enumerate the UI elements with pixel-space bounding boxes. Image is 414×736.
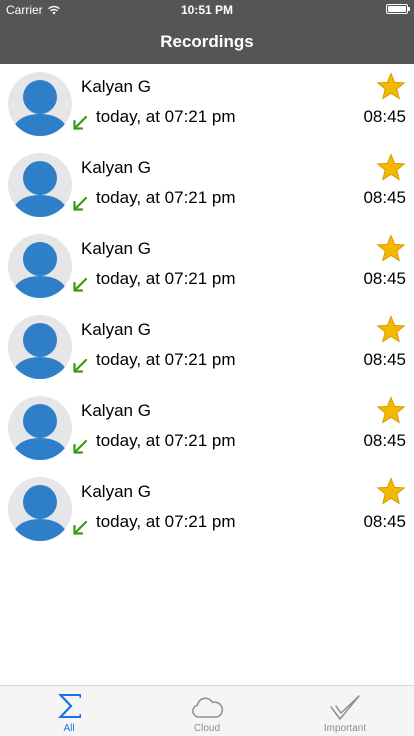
recording-duration: 08:45 — [363, 188, 406, 207]
avatar — [8, 477, 72, 541]
avatar — [8, 72, 72, 136]
recording-duration: 08:45 — [363, 107, 406, 126]
incoming-call-arrow-icon — [73, 358, 88, 373]
avatar — [8, 234, 72, 298]
star-icon[interactable] — [376, 396, 406, 426]
recording-row[interactable]: Kalyan G today, at 07:21 pm 08:45 — [0, 469, 414, 550]
tab-cloud-label: Cloud — [193, 723, 221, 734]
recording-duration: 08:45 — [363, 269, 406, 288]
incoming-call-arrow-icon — [73, 196, 88, 211]
status-bar: Carrier 10:51 PM — [0, 0, 414, 20]
contact-name: Kalyan G — [81, 158, 151, 177]
contact-name: Kalyan G — [81, 77, 151, 96]
star-icon[interactable] — [376, 315, 406, 345]
contact-name: Kalyan G — [81, 320, 151, 339]
recording-row[interactable]: Kalyan G today, at 07:21 pm 08:45 — [0, 388, 414, 469]
avatar — [8, 153, 72, 217]
person-avatar-icon — [12, 404, 68, 460]
tab-bar: All Cloud Important — [0, 685, 414, 736]
recording-timestamp: today, at 07:21 pm — [96, 350, 236, 369]
recording-timestamp: today, at 07:21 pm — [96, 512, 236, 531]
recording-row[interactable]: Kalyan G today, at 07:21 pm 08:45 — [0, 226, 414, 307]
navigation-bar: Recordings — [0, 20, 414, 64]
star-icon[interactable] — [376, 234, 406, 264]
contact-name: Kalyan G — [81, 239, 151, 258]
tab-all-label: All — [63, 723, 75, 734]
star-icon[interactable] — [376, 153, 406, 183]
status-time: 10:51 PM — [180, 3, 234, 17]
incoming-call-arrow-icon — [73, 277, 88, 292]
contact-name: Kalyan G — [81, 401, 151, 420]
recording-duration: 08:45 — [363, 431, 406, 450]
incoming-call-arrow-icon — [73, 115, 88, 130]
person-avatar-icon — [12, 161, 68, 217]
recordings-list: Kalyan G today, at 07:21 pm 08:45 Kalyan… — [0, 64, 414, 550]
person-avatar-icon — [12, 323, 68, 379]
recording-row[interactable]: Kalyan G today, at 07:21 pm 08:45 — [0, 307, 414, 388]
contact-name: Kalyan G — [81, 482, 151, 501]
recording-timestamp: today, at 07:21 pm — [96, 188, 236, 207]
recording-row[interactable]: Kalyan G today, at 07:21 pm 08:45 — [0, 145, 414, 226]
recording-timestamp: today, at 07:21 pm — [96, 107, 236, 126]
incoming-call-arrow-icon — [73, 520, 88, 535]
sigma-icon — [58, 694, 81, 718]
star-icon[interactable] — [376, 72, 406, 102]
recording-duration: 08:45 — [363, 350, 406, 369]
recording-timestamp: today, at 07:21 pm — [96, 431, 236, 450]
star-icon[interactable] — [376, 477, 406, 507]
avatar — [8, 315, 72, 379]
recording-duration: 08:45 — [363, 512, 406, 531]
recording-timestamp: today, at 07:21 pm — [96, 269, 236, 288]
battery-icon — [386, 4, 410, 14]
person-avatar-icon — [12, 242, 68, 298]
tab-all[interactable]: All — [0, 686, 138, 736]
cloud-icon — [192, 697, 224, 718]
page-title: Recordings — [160, 32, 254, 51]
incoming-call-arrow-icon — [73, 439, 88, 454]
checkmark-icon — [330, 695, 360, 720]
avatar — [8, 396, 72, 460]
person-avatar-icon — [12, 485, 68, 541]
person-avatar-icon — [12, 80, 68, 136]
tab-cloud[interactable]: Cloud — [138, 686, 276, 736]
recording-row[interactable]: Kalyan G today, at 07:21 pm 08:45 — [0, 64, 414, 145]
tab-important[interactable]: Important — [276, 686, 414, 736]
tab-important-label: Important — [323, 723, 367, 734]
